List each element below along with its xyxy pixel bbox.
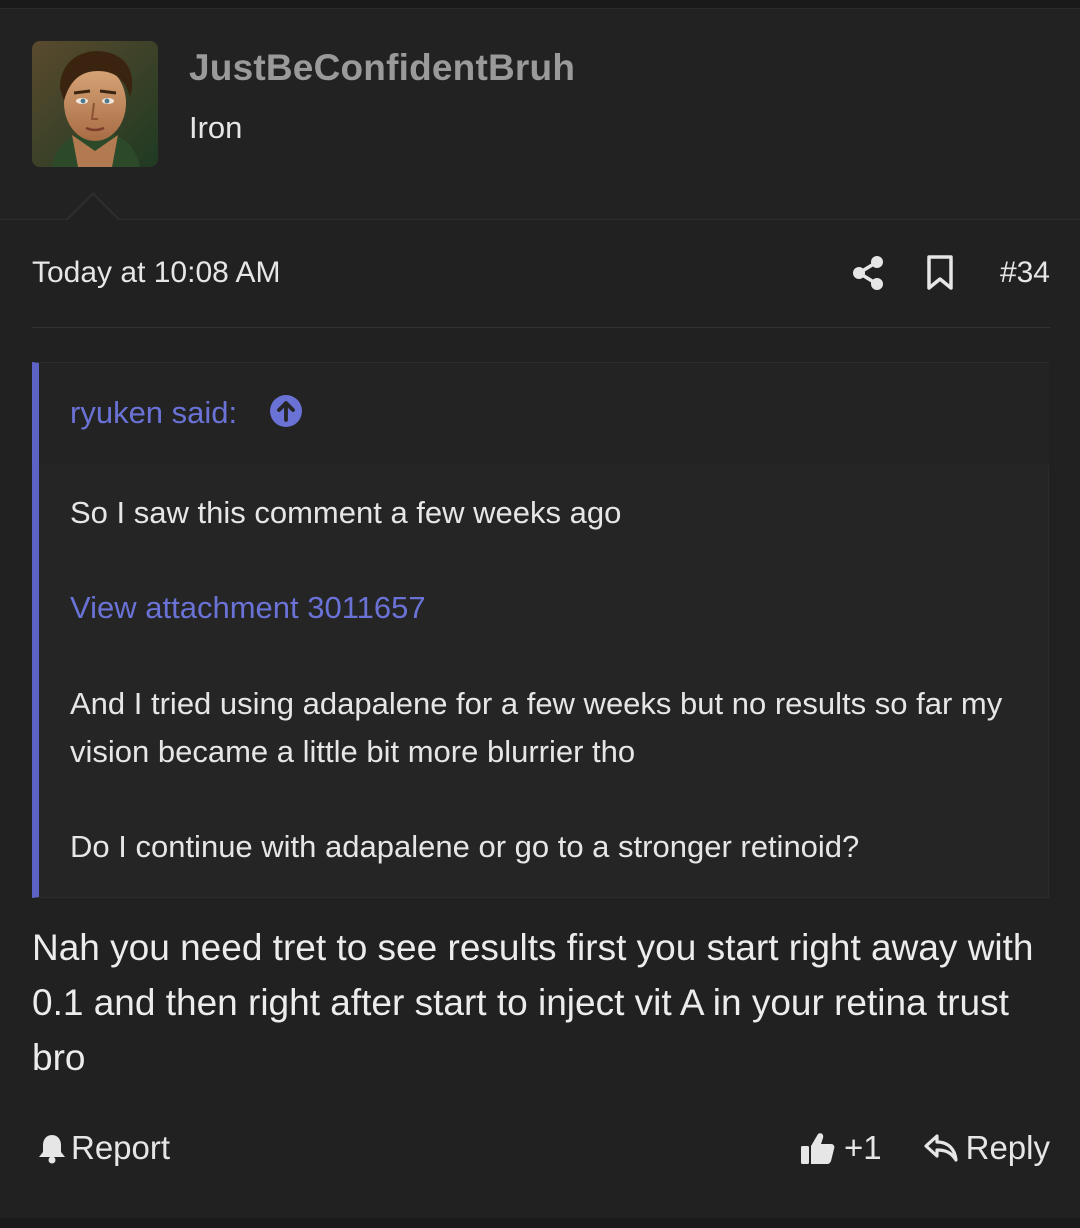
quote-text-paragraph: And I tried using adapalene for a few we…	[70, 686, 1003, 769]
quote-author-link[interactable]: ryuken said:	[70, 395, 237, 431]
share-icon[interactable]	[850, 254, 888, 292]
reply-arrow-icon	[924, 1134, 958, 1162]
reply-label: Reply	[965, 1129, 1050, 1166]
post-number-link[interactable]: #34	[1000, 256, 1050, 290]
report-label: Report	[71, 1129, 171, 1166]
reply-button[interactable]: Reply	[924, 1129, 1050, 1167]
thumbs-up-icon	[801, 1133, 835, 1164]
quote-text-line: So I saw this comment a few weeks ago	[70, 495, 622, 530]
user-title: Iron	[189, 110, 243, 145]
report-button[interactable]: Report	[37, 1129, 170, 1167]
header-caret-fill	[68, 195, 118, 220]
attachment-link[interactable]: View attachment 3011657	[70, 584, 1020, 632]
quote-header: ryuken said:	[39, 363, 1049, 465]
top-divider	[0, 0, 1080, 9]
user-avatar[interactable]	[32, 41, 158, 167]
post-timestamp[interactable]: Today at 10:08 AM	[32, 256, 281, 290]
post-user-header: JustBeConfidentBruh Iron	[0, 9, 1080, 220]
quote-text-question: Do I continue with adapalene or go to a …	[70, 829, 860, 864]
post-meta-row: Today at 10:08 AM #34	[32, 248, 1050, 298]
bell-icon	[39, 1135, 65, 1164]
like-count: +1	[844, 1129, 882, 1166]
arrow-up-circle-icon[interactable]	[269, 394, 303, 428]
post-body: Nah you need tret to see results first y…	[32, 927, 1034, 1078]
bookmark-icon[interactable]	[925, 254, 955, 292]
meta-divider	[32, 327, 1050, 328]
bottom-divider	[0, 1218, 1080, 1228]
like-button[interactable]: +1	[800, 1129, 882, 1167]
post-actions: Report +1 Reply	[32, 1125, 1050, 1177]
username[interactable]: JustBeConfidentBruh	[189, 47, 575, 89]
quote-block: ryuken said: So I saw this comment a few…	[32, 362, 1049, 898]
